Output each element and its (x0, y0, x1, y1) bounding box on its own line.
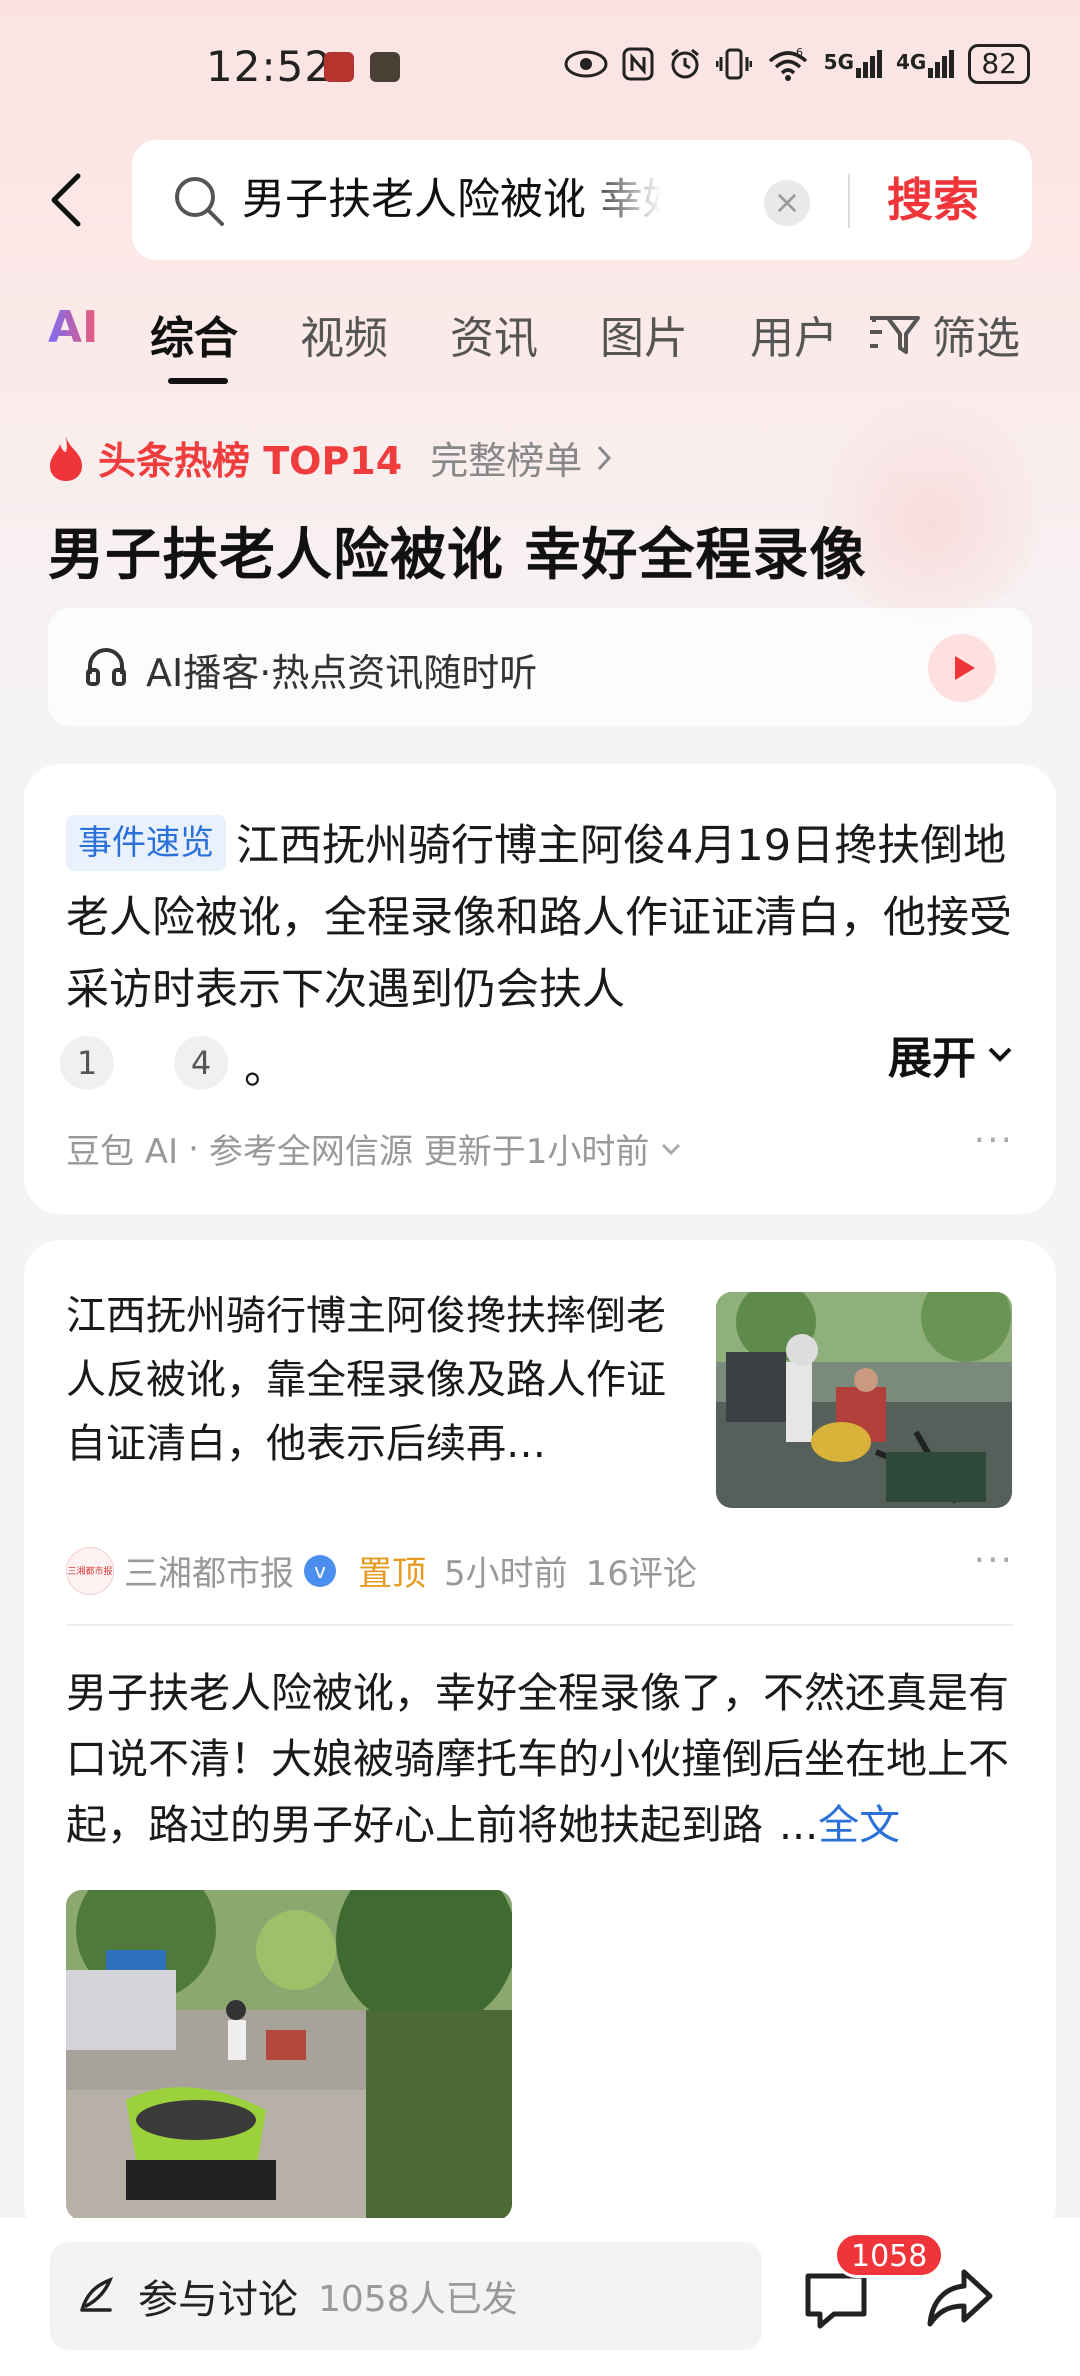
notification-app-icon (370, 52, 400, 82)
flame-icon (50, 435, 82, 481)
tab-ai[interactable]: AI (48, 302, 98, 353)
news-thumbnail[interactable] (716, 1292, 1012, 1508)
play-icon (955, 656, 975, 680)
search-divider (848, 174, 850, 228)
post-body[interactable]: 男子扶老人险被讹，幸好全程录像了，不然还真是有口说不清！大娘被骑摩托车的小伙撞倒… (66, 1660, 1038, 1858)
news-time: 5小时前 (444, 1554, 568, 1594)
source-separator: · (188, 1128, 199, 1169)
cyclist-helping-photo (716, 1292, 1012, 1508)
post-image[interactable] (66, 1890, 512, 2220)
tab-news[interactable]: 资讯 (450, 302, 538, 366)
search-icon (175, 177, 224, 226)
pinned-label: 置顶 (358, 1554, 426, 1594)
full-list-link[interactable]: 完整榜单 (430, 430, 582, 485)
source-info: 参考全网信源 更新于1小时前 (208, 1132, 650, 1172)
search-button[interactable]: 搜索 (887, 168, 979, 232)
active-tab-indicator (168, 378, 228, 384)
divider (66, 1624, 1014, 1626)
signal-5g-icon: 5G (824, 50, 883, 78)
news-meta: 三湘都市报 三湘都市报 v 置顶 5小时前 16评论 (66, 1546, 697, 1595)
ai-podcast-bar[interactable]: AI播客·热点资讯随时听 (48, 608, 1032, 726)
tab-images[interactable]: 图片 (600, 302, 688, 366)
read-full-link[interactable]: 全文 (818, 1801, 900, 1849)
status-bar: 12:52 6 5G 4G 82 (0, 0, 1080, 130)
expand-button[interactable]: 展开 (888, 1022, 1014, 1086)
hot-list-row[interactable]: 头条热榜 TOP14 完整榜单 (46, 430, 614, 485)
podcast-label: AI播客·热点资讯随时听 (146, 651, 538, 695)
wifi-icon: 6 (768, 47, 807, 81)
share-icon[interactable] (924, 2262, 996, 2334)
signal-4g-icon: 4G (896, 50, 955, 78)
chevron-left-icon (51, 173, 81, 227)
pen-icon (80, 2276, 114, 2312)
discuss-label: 参与讨论 (138, 2277, 298, 2323)
search-input[interactable]: 男子扶老人险被讹 幸好全程录像 (242, 170, 662, 230)
reference-badge[interactable]: 4 (174, 1036, 228, 1090)
summary-period: 。 (244, 1044, 287, 1094)
filter-button[interactable]: 筛选 (868, 302, 1020, 366)
back-button[interactable] (44, 170, 94, 230)
more-options-button[interactable]: ··· (974, 1120, 1014, 1161)
summary-source[interactable]: 豆包 AI · 参考全网信源 更新于1小时前 (66, 1124, 683, 1173)
battery-indicator: 82 (968, 44, 1030, 84)
street-scene-photo (66, 1890, 512, 2220)
verified-icon: v (304, 1554, 336, 1587)
summary-body: 事件速览 江西抚州骑行博主阿俊4月19日搀扶倒地老人险被讹，全程录像和路人作证证清… (66, 810, 1026, 1026)
discuss-count: 1058人已发 (318, 2279, 518, 2320)
hot-headline[interactable]: 男子扶老人险被讹 幸好全程录像 (48, 510, 867, 591)
publisher-name[interactable]: 三湘都市报 (124, 1546, 294, 1595)
status-time: 12:52 (206, 42, 333, 91)
alarm-icon (670, 48, 699, 79)
source-name: 豆包 AI (66, 1132, 179, 1172)
eye-icon (564, 50, 608, 78)
chevron-down-icon (988, 1047, 1012, 1062)
expand-label: 展开 (888, 1033, 976, 1084)
publisher-logo: 三湘都市报 (66, 1546, 114, 1595)
post-ellipsis: ... (779, 1801, 819, 1849)
headphones-icon (86, 648, 126, 686)
clear-search-button[interactable]: × (764, 180, 810, 226)
status-icons: 6 5G 4G 82 (564, 44, 1030, 84)
chevron-right-icon (598, 445, 612, 470)
vibrate-icon (715, 48, 752, 80)
event-summary-tag: 事件速览 (66, 815, 226, 871)
filter-icon (870, 316, 920, 354)
hot-rank-label: 头条热榜 TOP14 (98, 439, 403, 483)
news-title[interactable]: 江西抚州骑行博主阿俊搀扶摔倒老人反被讹，靠全程录像及路人作证自证清白，他表示后续… (66, 1284, 666, 1476)
tab-users[interactable]: 用户 (750, 302, 838, 366)
event-summary-card: 事件速览 江西抚州骑行博主阿俊4月19日搀扶倒地老人险被讹，全程录像和路人作证证清… (24, 764, 1056, 1214)
tab-general[interactable]: 综合 (150, 302, 238, 366)
more-options-button[interactable]: ··· (974, 1540, 1014, 1581)
discuss-input[interactable]: 参与讨论 1058人已发 (50, 2242, 762, 2350)
chevron-down-icon (662, 1143, 681, 1155)
bottom-action-bar: 参与讨论 1058人已发 1058 (0, 2218, 1080, 2376)
tab-video[interactable]: 视频 (300, 302, 388, 366)
search-bar[interactable]: 男子扶老人险被讹 幸好全程录像 × 搜索 (132, 140, 1032, 260)
notification-app-icon (324, 52, 354, 82)
news-feed-card: 江西抚州骑行博主阿俊搀扶摔倒老人反被讹，靠全程录像及路人作证自证清白，他表示后续… (24, 1240, 1056, 2240)
podcast-play-button[interactable] (928, 634, 996, 702)
filter-label: 筛选 (932, 313, 1020, 364)
category-tabs: AI 综合 视频 资讯 图片 用户 筛选 (0, 290, 1080, 400)
reference-badge[interactable]: 1 (60, 1036, 114, 1090)
svg-text:6: 6 (796, 47, 803, 59)
nfc-icon (622, 47, 654, 81)
news-comments: 16评论 (585, 1554, 697, 1594)
